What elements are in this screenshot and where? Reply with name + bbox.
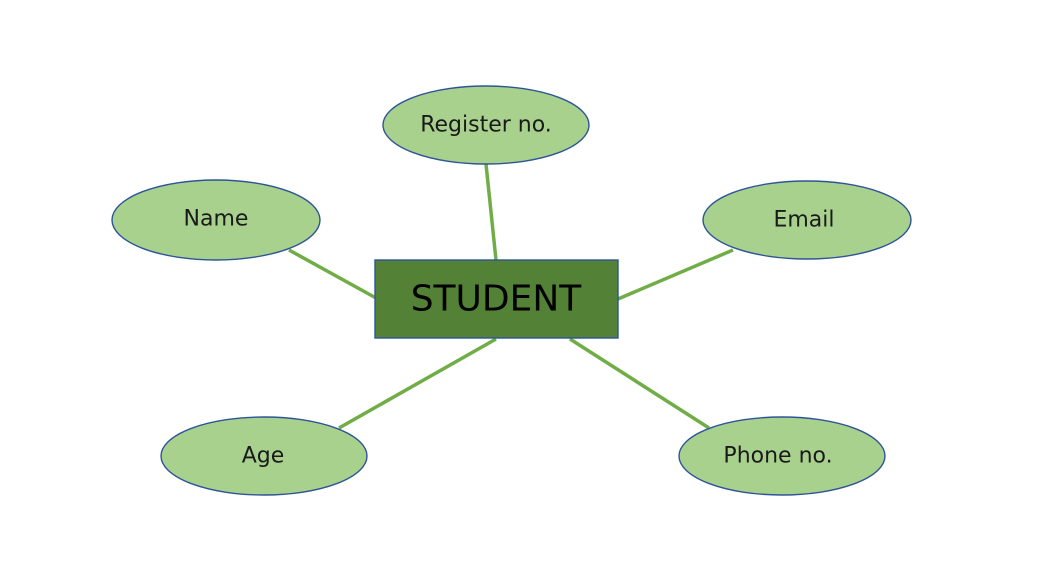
attribute-phone-no: Phone no. [678,416,886,496]
attribute-label-email: Email [773,208,834,233]
connector-phone-no [569,337,710,430]
connector-age [338,337,497,430]
attribute-email: Email [702,180,912,260]
attribute-age: Age [160,416,368,496]
entity-label: STUDENT [411,279,583,320]
er-diagram: Register no. Name Email Age Phone no. ST… [111,85,912,496]
attribute-register-no: Register no. [382,85,590,165]
connector-name [288,248,377,300]
attribute-label-age: Age [242,444,285,469]
attribute-label-register-no: Register no. [420,113,552,138]
connector-register-no [484,163,498,261]
attribute-name: Name [111,179,321,261]
attribute-label-name: Name [184,207,249,232]
entity-student: STUDENT [374,259,619,339]
connector-email [617,248,734,301]
attribute-label-phone-no: Phone no. [723,444,832,469]
